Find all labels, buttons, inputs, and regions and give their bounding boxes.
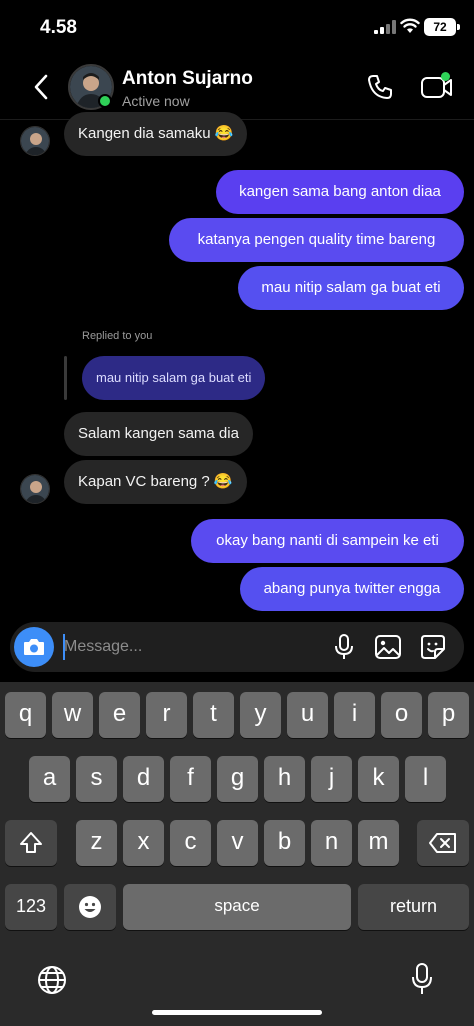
phone-call-icon[interactable] [366, 73, 394, 101]
key-t[interactable]: t [193, 692, 234, 738]
emoji-key[interactable] [64, 884, 116, 930]
contact-name[interactable]: Anton Sujarno [122, 68, 253, 90]
key-c[interactable]: c [170, 820, 211, 866]
key-r[interactable]: r [146, 692, 187, 738]
sent-message[interactable]: mau nitip salam ga buat eti [238, 266, 464, 310]
chat-header: Anton Sujarno Active now [0, 56, 474, 120]
backspace-icon [429, 833, 456, 853]
sent-message[interactable]: katanya pengen quality time bareng [169, 218, 464, 262]
key-h[interactable]: h [264, 756, 305, 802]
key-j[interactable]: j [311, 756, 352, 802]
reply-quote-bar [64, 356, 67, 400]
key-q[interactable]: q [5, 692, 46, 738]
key-o[interactable]: o [381, 692, 422, 738]
camera-button[interactable] [14, 627, 54, 667]
backspace-key[interactable] [417, 820, 469, 866]
reply-quote-bubble[interactable]: mau nitip salam ga buat eti [82, 356, 266, 400]
key-i[interactable]: i [334, 692, 375, 738]
cellular-signal-icon [374, 20, 396, 34]
key-d[interactable]: d [123, 756, 164, 802]
key-a[interactable]: a [29, 756, 70, 802]
numbers-key[interactable]: 123 [5, 884, 57, 930]
contact-active-status: Active now [122, 93, 190, 109]
key-p[interactable]: p [428, 692, 469, 738]
dictation-microphone-icon[interactable] [410, 962, 434, 996]
globe-icon[interactable] [36, 964, 68, 996]
contact-avatar-small[interactable] [20, 126, 50, 156]
sent-message[interactable]: okay bang nanti di sampein ke eti [191, 519, 464, 563]
status-time: 4.58 [40, 17, 77, 38]
space-key[interactable]: space [123, 884, 351, 930]
message-input[interactable] [64, 632, 314, 662]
emoji-icon [79, 896, 101, 918]
key-k[interactable]: k [358, 756, 399, 802]
key-m[interactable]: m [358, 820, 399, 866]
gallery-icon[interactable] [374, 634, 402, 660]
key-v[interactable]: v [217, 820, 258, 866]
key-f[interactable]: f [170, 756, 211, 802]
key-s[interactable]: s [76, 756, 117, 802]
battery-icon: 72 [424, 18, 460, 36]
return-key[interactable]: return [358, 884, 469, 930]
sticker-icon[interactable] [420, 634, 446, 660]
key-l[interactable]: l [405, 756, 446, 802]
key-z[interactable]: z [76, 820, 117, 866]
received-message[interactable]: Kapan VC bareng ? 😂 [64, 460, 247, 504]
microphone-icon[interactable] [332, 633, 356, 661]
key-g[interactable]: g [217, 756, 258, 802]
message-composer [10, 622, 464, 672]
on-screen-keyboard: q w e r t y u i o p a s d f g h j k l z … [0, 682, 474, 1026]
camera-icon [24, 639, 44, 655]
key-w[interactable]: w [52, 692, 93, 738]
key-u[interactable]: u [287, 692, 328, 738]
online-indicator [98, 94, 112, 108]
wifi-icon [400, 18, 420, 33]
back-chevron-icon[interactable] [28, 72, 54, 102]
key-n[interactable]: n [311, 820, 352, 866]
status-bar: 4.58 72 [0, 0, 474, 56]
received-message[interactable]: Kangen dia samaku 😂 [64, 112, 248, 156]
replied-to-you-label: Replied to you [82, 330, 153, 342]
key-y[interactable]: y [240, 692, 281, 738]
contact-avatar-small[interactable] [20, 474, 50, 504]
shift-key[interactable] [5, 820, 57, 866]
shift-icon [20, 832, 42, 853]
sent-message[interactable]: abang punya twitter engga [240, 567, 464, 611]
home-indicator[interactable] [152, 1010, 322, 1015]
key-x[interactable]: x [123, 820, 164, 866]
received-message[interactable]: Salam kangen sama dia [64, 412, 253, 456]
video-status-dot [441, 72, 450, 81]
key-b[interactable]: b [264, 820, 305, 866]
text-cursor [63, 634, 65, 660]
key-e[interactable]: e [99, 692, 140, 738]
sent-message[interactable]: kangen sama bang anton diaa [216, 170, 464, 214]
